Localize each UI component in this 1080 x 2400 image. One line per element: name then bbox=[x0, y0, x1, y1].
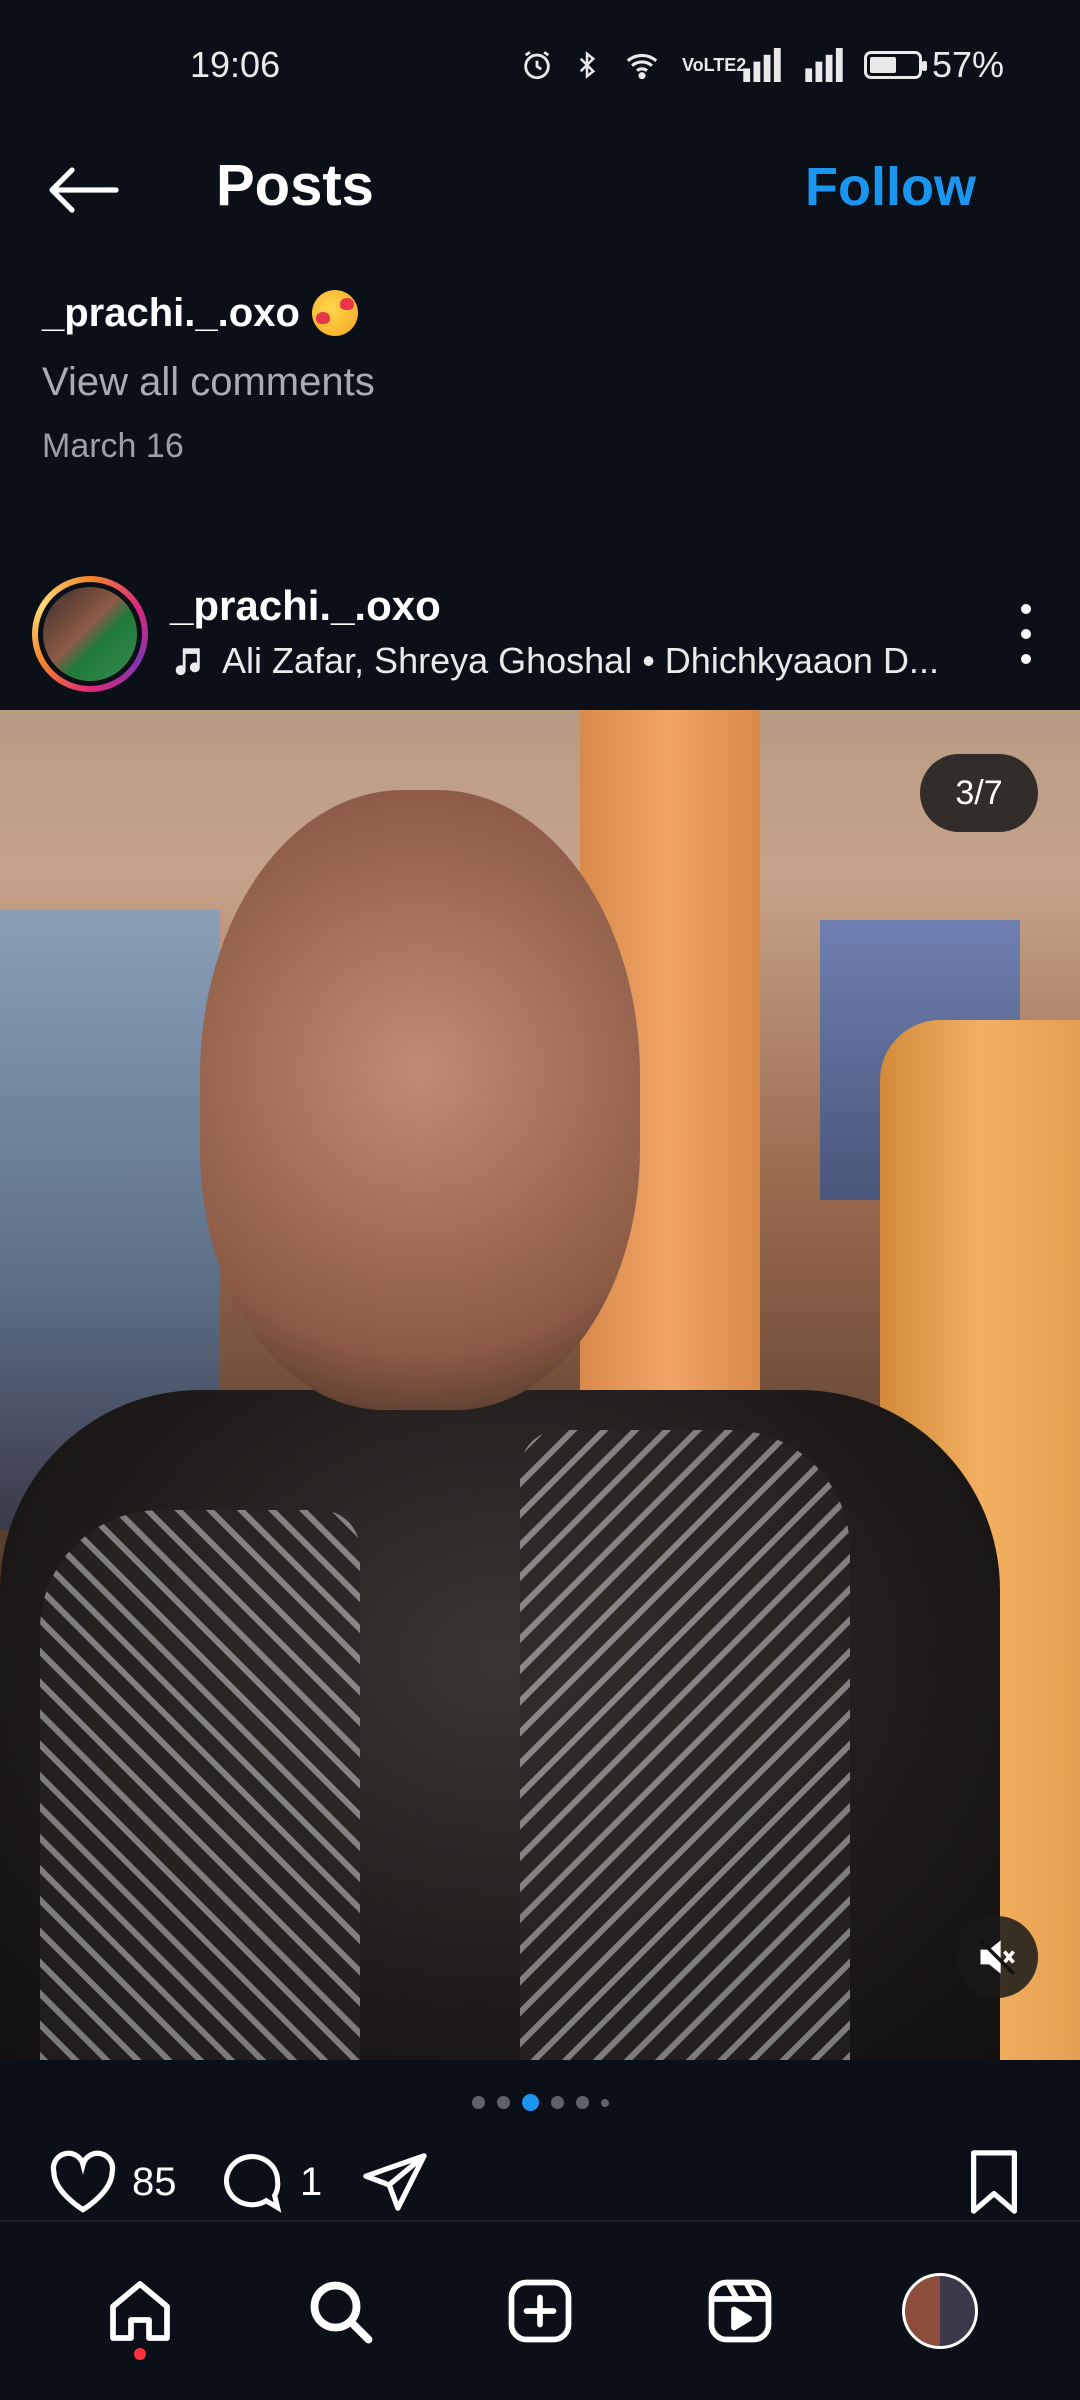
back-arrow-icon bbox=[49, 167, 119, 213]
music-note-icon bbox=[175, 648, 200, 676]
like-action: 85 bbox=[48, 2150, 177, 2214]
signal-icon bbox=[743, 48, 781, 82]
comment-action: 1 bbox=[218, 2150, 322, 2214]
carousel-dot bbox=[496, 2096, 510, 2109]
wifi-icon bbox=[626, 53, 658, 80]
music-text: Ali Zafar, Shreya Ghoshal • Dhichkyaaon … bbox=[222, 640, 939, 681]
heart-icon[interactable] bbox=[48, 2150, 118, 2214]
caption-username[interactable]: _prachi._.oxo bbox=[42, 291, 300, 336]
nav-profile[interactable] bbox=[895, 2266, 985, 2356]
follow-button[interactable]: Follow bbox=[805, 156, 976, 218]
battery-percent: 57% bbox=[931, 44, 1004, 85]
search-icon bbox=[310, 2281, 373, 2344]
bookmark-icon[interactable] bbox=[964, 2150, 1024, 2214]
battery-fill bbox=[869, 57, 897, 73]
carousel-dot bbox=[600, 2098, 609, 2107]
carousel-counter: 3/7 bbox=[920, 754, 1038, 832]
comments-count[interactable]: 1 bbox=[300, 2160, 322, 2205]
carousel-dot bbox=[575, 2096, 589, 2109]
battery-icon bbox=[863, 51, 927, 79]
battery-indicator: 57% bbox=[863, 44, 1004, 86]
mute-button[interactable] bbox=[956, 1916, 1038, 1998]
post-image[interactable]: 3/7 bbox=[0, 710, 1080, 2060]
app-header: Posts Follow bbox=[0, 130, 1080, 250]
comment-icon[interactable] bbox=[218, 2150, 286, 2214]
alarm-icon bbox=[524, 51, 550, 80]
subject-face bbox=[200, 790, 640, 1410]
likes-count[interactable]: 85 bbox=[132, 2160, 177, 2205]
previous-post-caption: _prachi._.oxo View all comments March 16 bbox=[42, 290, 1042, 466]
signal-icon bbox=[805, 48, 843, 82]
smiling-face-with-hearts-icon bbox=[311, 290, 358, 336]
create-icon bbox=[508, 2279, 572, 2343]
dot-icon bbox=[1021, 629, 1031, 639]
view-all-comments-link[interactable]: View all comments bbox=[42, 360, 1042, 405]
music-attribution[interactable]: Ali Zafar, Shreya Ghoshal • Dhichkyaaon … bbox=[170, 640, 939, 682]
status-bar: 19:06 VoLTE2 57% bbox=[0, 0, 1080, 130]
carousel-dot bbox=[471, 2096, 485, 2109]
profile-avatar bbox=[902, 2273, 978, 2349]
dot-icon bbox=[1021, 654, 1031, 664]
avatar bbox=[38, 582, 142, 686]
post-actions: 85 1 bbox=[0, 2150, 1080, 2230]
dot-icon bbox=[1021, 604, 1031, 614]
embroidery-left bbox=[40, 1510, 360, 2060]
home-icon bbox=[110, 2281, 170, 2341]
back-button[interactable] bbox=[48, 160, 120, 220]
story-ring-avatar[interactable] bbox=[32, 576, 148, 692]
post-username[interactable]: _prachi._.oxo bbox=[170, 582, 441, 630]
more-options-button[interactable] bbox=[1006, 604, 1046, 664]
notification-dot bbox=[134, 2348, 146, 2360]
carousel-indicator bbox=[0, 2094, 1080, 2111]
nav-create[interactable] bbox=[495, 2266, 585, 2356]
volte-icon: VoLTE2 bbox=[681, 55, 747, 75]
reels-icon bbox=[708, 2279, 772, 2343]
share-action bbox=[360, 2150, 430, 2214]
volume-muted-icon bbox=[979, 1939, 1015, 1975]
page-title: Posts bbox=[216, 153, 374, 218]
caption-row: _prachi._.oxo bbox=[42, 290, 1042, 336]
carousel-dot bbox=[550, 2096, 564, 2109]
status-icons: VoLTE2 57% bbox=[520, 44, 1004, 86]
share-icon[interactable] bbox=[360, 2150, 430, 2214]
post-header: _prachi._.oxo Ali Zafar, Shreya Ghoshal … bbox=[0, 570, 1080, 710]
nav-search[interactable] bbox=[295, 2266, 385, 2356]
save-action bbox=[964, 2150, 1024, 2214]
clock: 19:06 bbox=[190, 44, 281, 85]
post-date: March 16 bbox=[42, 427, 184, 465]
nav-home[interactable] bbox=[95, 2266, 185, 2360]
carousel-dot bbox=[521, 2094, 539, 2111]
bluetooth-icon bbox=[579, 51, 596, 79]
embroidery-right bbox=[520, 1430, 850, 2060]
bottom-navigation bbox=[0, 2220, 1080, 2400]
nav-reels[interactable] bbox=[695, 2266, 785, 2356]
